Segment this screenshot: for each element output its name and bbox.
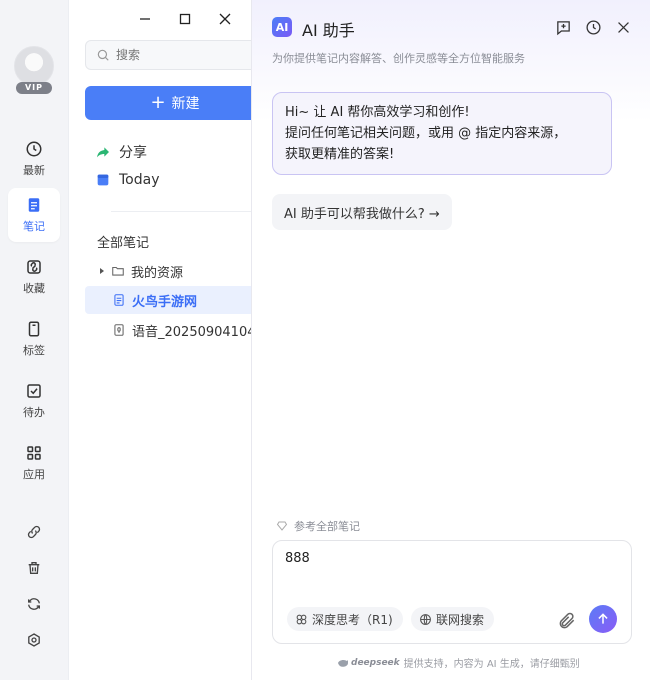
tree-item-label: 语音_20250904104 [132,324,251,340]
calendar-icon [97,174,109,186]
web-search-toggle[interactable]: 联网搜索 [411,607,495,631]
settings-icon [28,633,40,647]
audio-file-icon [114,324,124,336]
ai-logo-icon: AI [272,17,292,37]
bookmark-icon [27,260,41,274]
tree-item-note-selected[interactable]: 火鸟手游网 [85,286,251,314]
reference-label: 参考全部笔记 [294,520,360,533]
diamond-icon [276,521,288,531]
nav-item-share[interactable]: 分享 [95,142,147,162]
caret-right-icon [100,268,104,274]
avatar[interactable] [14,46,54,86]
rail-item-label: 笔记 [23,220,45,233]
rail-item-notes[interactable]: 笔记 [8,188,60,242]
rail-item-recent[interactable]: 最新 [8,132,60,186]
sync-icon [28,598,40,610]
chip-label: 联网搜索 [436,612,485,627]
footer-text: 提供支持，内容为 AI 生成，请仔细甄别 [403,659,580,670]
tree-item-audio[interactable]: 语音_20250904104 [85,316,251,344]
left-rail: VIP 最新 笔记 收藏 标签 待办 应用 [0,0,68,680]
deep-think-toggle[interactable]: 深度思考（R1) [287,607,403,631]
greeting-line: Hi~ 让 AI 帮你高效学习和创作! [285,105,470,120]
minimize-button[interactable] [137,8,153,30]
rail-item-tags[interactable]: 标签 [8,312,60,366]
rail-item-label: 最新 [23,164,45,177]
search-icon [97,49,109,61]
close-panel-button[interactable] [614,18,632,36]
link-icon [27,525,41,539]
suggestion-button[interactable]: AI 助手可以帮我做什么? → [272,194,452,230]
rail-item-label: 收藏 [23,282,45,295]
minimize-icon [140,18,150,20]
chat-input[interactable]: 888 [285,551,619,591]
ai-panel-subtitle: 为你提供笔记内容解答、创作灵感等全方位智能服务 [272,52,525,65]
maximize-button[interactable] [177,8,193,30]
chip-label: 深度思考（R1) [312,612,393,627]
close-icon [219,13,231,25]
new-note-button[interactable]: + 新建 [85,86,251,120]
new-chat-button[interactable] [554,18,572,36]
arrow-up-icon [598,613,608,624]
divider [111,211,251,212]
nav-item-today[interactable]: Today [95,172,160,188]
rail-item-label: 待办 [23,406,45,419]
ai-assistant-panel: AI AI 助手 为你提供笔记内容解答、创作灵感等全方位智能服务 Hi~ 让 A… [251,0,650,680]
greeting-line: 提问任何笔记相关问题，或用 @ 指定内容来源， [285,126,567,141]
trash-button[interactable] [22,556,46,580]
ai-greeting-bubble: Hi~ 让 AI 帮你高效学习和创作! 提问任何笔记相关问题，或用 @ 指定内容… [272,92,612,175]
history-button[interactable] [584,18,602,36]
search-box[interactable] [85,40,251,70]
note-icon [28,198,40,212]
checkbox-icon [27,384,41,398]
share-icon [97,147,109,158]
trash-icon [28,562,40,574]
ai-header-actions [554,18,632,36]
tree-item-folder[interactable]: 我的资源 [85,257,251,285]
new-chat-icon [556,20,570,35]
close-window-button[interactable] [217,8,233,30]
greeting-line: 获取更精准的答案! [285,147,395,162]
attach-icon[interactable] [557,611,577,631]
rail-item-label: 应用 [23,468,45,481]
settings-button[interactable] [22,628,46,652]
footer-disclaimer: deepseek 提供支持，内容为 AI 生成，请仔细甄别 [337,655,580,670]
link-tool-button[interactable] [22,520,46,544]
rail-item-favorites[interactable]: 收藏 [8,250,60,304]
search-input[interactable] [116,48,236,62]
doc-icon [114,294,124,306]
globe-icon [420,613,431,625]
chat-input-box: 888 深度思考（R1) 联网搜索 [272,540,632,644]
rail-item-apps[interactable]: 应用 [8,436,60,490]
history-icon [585,19,601,35]
deep-think-icon [296,614,307,624]
tree-item-label: 火鸟手游网 [132,294,198,310]
vip-badge: VIP [16,82,52,94]
whale-icon [338,659,348,667]
new-note-label: 新建 [171,96,200,112]
rail-item-label: 标签 [23,344,45,357]
ai-panel-title: AI 助手 [302,21,355,40]
tag-icon [28,321,40,337]
deepseek-wordmark: deepseek [351,657,400,668]
deepseek-logo: deepseek [337,658,400,668]
all-notes-heading[interactable]: 全部笔记 [97,232,149,251]
clock-icon [26,141,42,157]
sync-button[interactable] [22,592,46,616]
plus-icon: + [150,92,166,113]
reference-scope[interactable]: 参考全部笔记 [276,518,360,534]
folder-icon [112,266,124,276]
maximize-icon [179,13,191,25]
tree-item-label: 我的资源 [131,265,184,281]
nav-item-label: Today [119,172,160,188]
apps-icon [27,446,41,460]
send-button[interactable] [589,605,617,633]
notes-panel: + 新建 分享 Today 全部笔记 我的资源 火鸟手游网 语音_2025090… [68,0,251,680]
window-controls [137,8,233,30]
rail-item-todo[interactable]: 待办 [8,374,60,428]
nav-item-label: 分享 [119,145,147,161]
close-icon [617,21,629,33]
